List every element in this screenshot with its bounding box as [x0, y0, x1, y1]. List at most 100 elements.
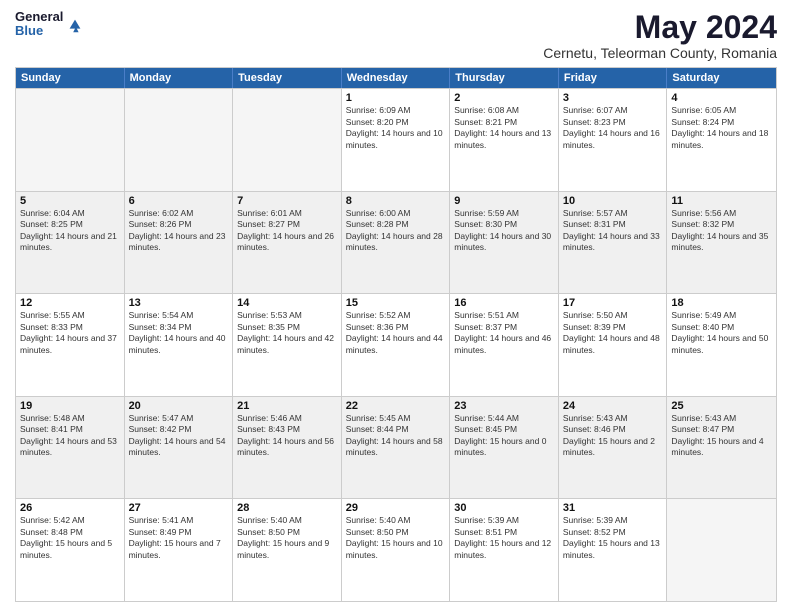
day-number: 26 — [20, 502, 120, 514]
calendar-cell: 27Sunrise: 5:41 AMSunset: 8:49 PMDayligh… — [125, 499, 234, 601]
header-cell-thursday: Thursday — [450, 68, 559, 88]
day-number: 11 — [671, 195, 772, 207]
calendar-cell: 7Sunrise: 6:01 AMSunset: 8:27 PMDaylight… — [233, 192, 342, 294]
calendar-cell: 10Sunrise: 5:57 AMSunset: 8:31 PMDayligh… — [559, 192, 668, 294]
calendar-cell: 5Sunrise: 6:04 AMSunset: 8:25 PMDaylight… — [16, 192, 125, 294]
calendar-row: 5Sunrise: 6:04 AMSunset: 8:25 PMDaylight… — [16, 191, 776, 294]
calendar-cell: 8Sunrise: 6:00 AMSunset: 8:28 PMDaylight… — [342, 192, 451, 294]
calendar-cell: 21Sunrise: 5:46 AMSunset: 8:43 PMDayligh… — [233, 397, 342, 499]
day-info: Sunrise: 6:01 AMSunset: 8:27 PMDaylight:… — [237, 208, 337, 254]
calendar-cell: 11Sunrise: 5:56 AMSunset: 8:32 PMDayligh… — [667, 192, 776, 294]
logo: General Blue — [15, 10, 84, 39]
calendar-cell: 23Sunrise: 5:44 AMSunset: 8:45 PMDayligh… — [450, 397, 559, 499]
calendar-cell: 30Sunrise: 5:39 AMSunset: 8:51 PMDayligh… — [450, 499, 559, 601]
calendar-cell — [16, 89, 125, 191]
calendar-cell: 15Sunrise: 5:52 AMSunset: 8:36 PMDayligh… — [342, 294, 451, 396]
day-info: Sunrise: 5:41 AMSunset: 8:49 PMDaylight:… — [129, 515, 229, 561]
day-info: Sunrise: 5:56 AMSunset: 8:32 PMDaylight:… — [671, 208, 772, 254]
calendar-cell: 20Sunrise: 5:47 AMSunset: 8:42 PMDayligh… — [125, 397, 234, 499]
day-number: 21 — [237, 400, 337, 412]
day-number: 18 — [671, 297, 772, 309]
day-number: 25 — [671, 400, 772, 412]
day-info: Sunrise: 5:59 AMSunset: 8:30 PMDaylight:… — [454, 208, 554, 254]
calendar-cell: 1Sunrise: 6:09 AMSunset: 8:20 PMDaylight… — [342, 89, 451, 191]
header-cell-saturday: Saturday — [667, 68, 776, 88]
calendar-cell: 2Sunrise: 6:08 AMSunset: 8:21 PMDaylight… — [450, 89, 559, 191]
day-info: Sunrise: 5:39 AMSunset: 8:52 PMDaylight:… — [563, 515, 663, 561]
day-info: Sunrise: 5:40 AMSunset: 8:50 PMDaylight:… — [237, 515, 337, 561]
day-number: 22 — [346, 400, 446, 412]
logo-blue: Blue — [15, 24, 63, 38]
day-info: Sunrise: 5:46 AMSunset: 8:43 PMDaylight:… — [237, 413, 337, 459]
day-info: Sunrise: 5:53 AMSunset: 8:35 PMDaylight:… — [237, 310, 337, 356]
calendar-cell: 25Sunrise: 5:43 AMSunset: 8:47 PMDayligh… — [667, 397, 776, 499]
header-cell-wednesday: Wednesday — [342, 68, 451, 88]
day-number: 20 — [129, 400, 229, 412]
calendar-row: 19Sunrise: 5:48 AMSunset: 8:41 PMDayligh… — [16, 396, 776, 499]
calendar: SundayMondayTuesdayWednesdayThursdayFrid… — [15, 67, 777, 602]
day-number: 14 — [237, 297, 337, 309]
subtitle: Cernetu, Teleorman County, Romania — [543, 45, 777, 61]
page: General Blue May 2024 Cernetu, Teleorman… — [0, 0, 792, 612]
calendar-cell: 26Sunrise: 5:42 AMSunset: 8:48 PMDayligh… — [16, 499, 125, 601]
calendar-cell — [233, 89, 342, 191]
day-number: 6 — [129, 195, 229, 207]
calendar-cell: 6Sunrise: 6:02 AMSunset: 8:26 PMDaylight… — [125, 192, 234, 294]
day-info: Sunrise: 6:05 AMSunset: 8:24 PMDaylight:… — [671, 105, 772, 151]
day-number: 4 — [671, 92, 772, 104]
calendar-cell: 31Sunrise: 5:39 AMSunset: 8:52 PMDayligh… — [559, 499, 668, 601]
calendar-cell: 3Sunrise: 6:07 AMSunset: 8:23 PMDaylight… — [559, 89, 668, 191]
day-number: 2 — [454, 92, 554, 104]
calendar-row: 26Sunrise: 5:42 AMSunset: 8:48 PMDayligh… — [16, 498, 776, 601]
header-cell-monday: Monday — [125, 68, 234, 88]
day-info: Sunrise: 6:08 AMSunset: 8:21 PMDaylight:… — [454, 105, 554, 151]
calendar-cell: 16Sunrise: 5:51 AMSunset: 8:37 PMDayligh… — [450, 294, 559, 396]
day-number: 8 — [346, 195, 446, 207]
calendar-cell: 13Sunrise: 5:54 AMSunset: 8:34 PMDayligh… — [125, 294, 234, 396]
calendar-row: 1Sunrise: 6:09 AMSunset: 8:20 PMDaylight… — [16, 88, 776, 191]
day-info: Sunrise: 6:09 AMSunset: 8:20 PMDaylight:… — [346, 105, 446, 151]
day-info: Sunrise: 5:43 AMSunset: 8:46 PMDaylight:… — [563, 413, 663, 459]
day-info: Sunrise: 6:00 AMSunset: 8:28 PMDaylight:… — [346, 208, 446, 254]
logo-text: General Blue — [15, 10, 63, 39]
day-info: Sunrise: 5:47 AMSunset: 8:42 PMDaylight:… — [129, 413, 229, 459]
header: General Blue May 2024 Cernetu, Teleorman… — [15, 10, 777, 61]
calendar-cell: 29Sunrise: 5:40 AMSunset: 8:50 PMDayligh… — [342, 499, 451, 601]
day-number: 29 — [346, 502, 446, 514]
header-cell-friday: Friday — [559, 68, 668, 88]
month-title: May 2024 — [543, 10, 777, 45]
calendar-cell: 22Sunrise: 5:45 AMSunset: 8:44 PMDayligh… — [342, 397, 451, 499]
day-number: 10 — [563, 195, 663, 207]
day-info: Sunrise: 5:51 AMSunset: 8:37 PMDaylight:… — [454, 310, 554, 356]
day-info: Sunrise: 5:44 AMSunset: 8:45 PMDaylight:… — [454, 413, 554, 459]
day-info: Sunrise: 5:43 AMSunset: 8:47 PMDaylight:… — [671, 413, 772, 459]
day-number: 24 — [563, 400, 663, 412]
day-number: 9 — [454, 195, 554, 207]
day-number: 16 — [454, 297, 554, 309]
header-right: May 2024 Cernetu, Teleorman County, Roma… — [543, 10, 777, 61]
day-info: Sunrise: 6:02 AMSunset: 8:26 PMDaylight:… — [129, 208, 229, 254]
day-number: 5 — [20, 195, 120, 207]
day-number: 27 — [129, 502, 229, 514]
day-number: 17 — [563, 297, 663, 309]
day-number: 30 — [454, 502, 554, 514]
day-info: Sunrise: 5:55 AMSunset: 8:33 PMDaylight:… — [20, 310, 120, 356]
day-number: 19 — [20, 400, 120, 412]
calendar-cell: 28Sunrise: 5:40 AMSunset: 8:50 PMDayligh… — [233, 499, 342, 601]
day-number: 15 — [346, 297, 446, 309]
day-info: Sunrise: 5:48 AMSunset: 8:41 PMDaylight:… — [20, 413, 120, 459]
day-info: Sunrise: 5:52 AMSunset: 8:36 PMDaylight:… — [346, 310, 446, 356]
day-number: 1 — [346, 92, 446, 104]
day-info: Sunrise: 6:04 AMSunset: 8:25 PMDaylight:… — [20, 208, 120, 254]
day-number: 28 — [237, 502, 337, 514]
logo-icon — [66, 16, 84, 34]
calendar-cell: 24Sunrise: 5:43 AMSunset: 8:46 PMDayligh… — [559, 397, 668, 499]
calendar-cell: 4Sunrise: 6:05 AMSunset: 8:24 PMDaylight… — [667, 89, 776, 191]
calendar-body: 1Sunrise: 6:09 AMSunset: 8:20 PMDaylight… — [16, 88, 776, 601]
day-info: Sunrise: 5:42 AMSunset: 8:48 PMDaylight:… — [20, 515, 120, 561]
logo-general: General — [15, 10, 63, 24]
day-number: 23 — [454, 400, 554, 412]
day-number: 13 — [129, 297, 229, 309]
day-number: 7 — [237, 195, 337, 207]
day-info: Sunrise: 5:40 AMSunset: 8:50 PMDaylight:… — [346, 515, 446, 561]
